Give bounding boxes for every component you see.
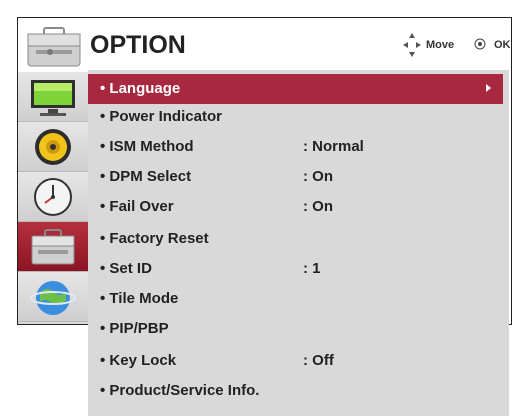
- menu-item-value: : On: [303, 168, 333, 185]
- menu-item-value: : Off: [303, 352, 334, 369]
- menu-item-language[interactable]: • Language: [88, 74, 503, 104]
- menu-item-dpm-select[interactable]: • DPM Select : On: [88, 162, 503, 192]
- move-arrows-icon: [403, 33, 421, 57]
- network-icon: [30, 281, 76, 315]
- page-title: OPTION: [90, 31, 186, 59]
- sound-icon: [35, 129, 71, 165]
- menu-header: OPTION Move OK: [18, 18, 511, 72]
- time-icon: [34, 178, 72, 216]
- menu-item-label: • PIP/PBP: [100, 320, 169, 337]
- menu-item-key-lock[interactable]: • Key Lock : Off: [88, 346, 503, 376]
- picture-icon: [31, 80, 75, 116]
- sidebar-item-sound[interactable]: [18, 122, 88, 172]
- menu-item-power-indicator[interactable]: • Power Indicator: [88, 102, 503, 132]
- menu-item-value: : On: [303, 198, 333, 215]
- sidebar-item-network[interactable]: [18, 272, 88, 322]
- menu-item-label: • Language: [100, 80, 181, 97]
- option-menu-panel: • Language • Power Indicator • ISM Metho…: [88, 70, 509, 416]
- menu-item-ism-method[interactable]: • ISM Method : Normal: [88, 132, 503, 162]
- toolbox-icon: [27, 27, 81, 67]
- move-hint: Move: [426, 39, 455, 51]
- menu-item-label: • Power Indicator: [100, 108, 222, 125]
- menu-item-value: : 1: [303, 260, 321, 277]
- submenu-arrow-icon: [486, 84, 491, 92]
- ok-button-icon: [474, 38, 486, 50]
- menu-item-label: • Product/Service Info.: [100, 382, 260, 399]
- menu-item-product-service-info[interactable]: • Product/Service Info.: [88, 376, 503, 406]
- menu-item-pip-pbp[interactable]: • PIP/PBP: [88, 314, 503, 344]
- menu-item-set-id[interactable]: • Set ID : 1: [88, 254, 503, 284]
- menu-item-label: • Tile Mode: [100, 290, 179, 307]
- menu-item-label: • Fail Over: [100, 198, 174, 215]
- sidebar-item-picture[interactable]: [18, 72, 88, 122]
- menu-item-label: • Factory Reset: [100, 230, 209, 247]
- sidebar-item-time[interactable]: [18, 172, 88, 222]
- menu-item-fail-over[interactable]: • Fail Over : On: [88, 192, 503, 222]
- menu-item-label: • DPM Select: [100, 168, 192, 185]
- menu-item-factory-reset[interactable]: • Factory Reset: [88, 224, 503, 254]
- menu-item-value: : Normal: [303, 138, 364, 155]
- menu-item-label: • ISM Method: [100, 138, 194, 155]
- option-icon: [31, 229, 75, 265]
- menu-item-tile-mode[interactable]: • Tile Mode: [88, 284, 503, 314]
- menu-item-label: • Key Lock: [100, 352, 177, 369]
- category-sidebar: [18, 72, 88, 324]
- menu-item-label: • Set ID: [100, 260, 152, 277]
- ok-hint: OK: [494, 39, 511, 51]
- sidebar-item-option[interactable]: [18, 222, 88, 272]
